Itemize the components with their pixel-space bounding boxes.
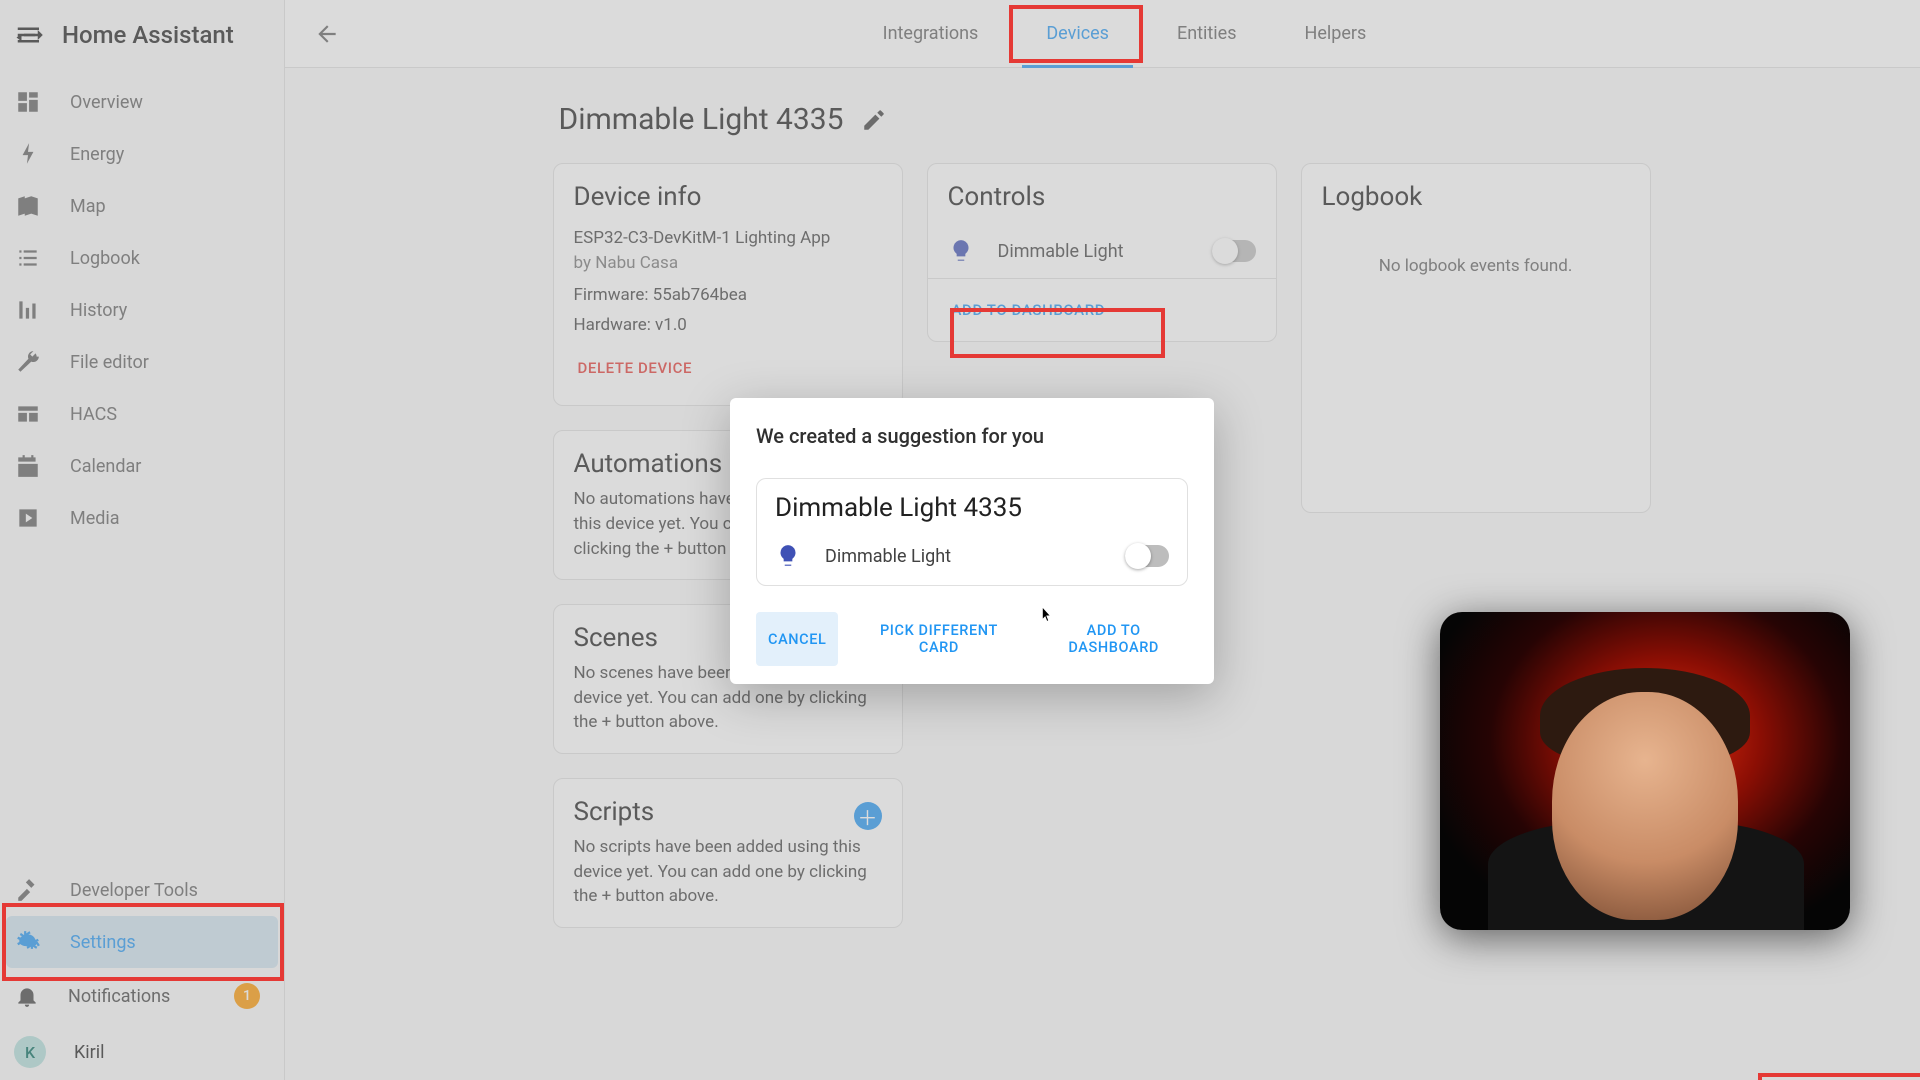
pick-different-card-button[interactable]: PICK DIFFERENT CARD bbox=[858, 612, 1019, 666]
cancel-button[interactable]: CANCEL bbox=[756, 612, 838, 666]
dialog-title: We created a suggestion for you bbox=[756, 424, 1188, 448]
app-root: Home Assistant Overview Energy Map Log bbox=[0, 0, 1920, 1080]
lightbulb-icon bbox=[775, 543, 801, 569]
webcam-face bbox=[1552, 692, 1738, 920]
suggestion-dialog: We created a suggestion for you Dimmable… bbox=[730, 398, 1214, 684]
preview-card: Dimmable Light 4335 Dimmable Light bbox=[756, 478, 1188, 586]
dialog-actions: CANCEL PICK DIFFERENT CARD ADD TO DASHBO… bbox=[756, 612, 1188, 666]
dialog-add-to-dashboard-button[interactable]: ADD TO DASHBOARD bbox=[1039, 612, 1188, 666]
preview-entity-row[interactable]: Dimmable Light bbox=[775, 539, 1169, 575]
preview-card-title: Dimmable Light 4335 bbox=[775, 493, 1169, 523]
preview-entity-toggle[interactable] bbox=[1125, 545, 1169, 567]
preview-entity-label: Dimmable Light bbox=[825, 546, 1101, 567]
pointer-cursor-icon bbox=[1035, 605, 1057, 627]
webcam-overlay bbox=[1440, 612, 1850, 930]
